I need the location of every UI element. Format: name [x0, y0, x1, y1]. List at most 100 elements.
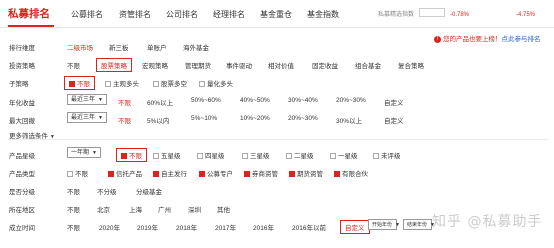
option-strategy-any[interactable]: 不限	[67, 60, 80, 70]
option-label: 二星级	[294, 153, 314, 160]
option-year-any[interactable]: 不限	[67, 222, 80, 232]
option-region-any[interactable]: 不限	[67, 204, 80, 214]
option-secondary-market[interactable]: 二级市场	[67, 42, 93, 52]
option-drawdown-20-30[interactable]: 20%~30%	[288, 115, 318, 122]
option-2018[interactable]: 2018年	[176, 222, 197, 232]
option-one-star[interactable]: 一星级	[330, 150, 358, 160]
option-2016[interactable]: 2016年	[253, 222, 274, 232]
option-structured[interactable]: 分级基金	[136, 186, 162, 196]
option-before-2016[interactable]: 2016年以前	[292, 222, 326, 232]
checkbox	[108, 171, 114, 177]
option-drawdown-under-5[interactable]: 5%以内	[147, 115, 169, 125]
option-drawdown-5-10[interactable]: 5%~10%	[191, 115, 217, 122]
option-long-discretionary[interactable]: 主观多头	[105, 78, 139, 88]
option-quant-long[interactable]: 量化多头	[199, 78, 233, 88]
brand-tab-private-ranking[interactable]: 私募排名	[8, 6, 50, 21]
option-shenzhen[interactable]: 深圳	[188, 204, 201, 214]
option-macro[interactable]: 宏观策略	[142, 60, 168, 70]
tab-public-fund-ranking[interactable]: 公募排名	[71, 9, 103, 20]
option-shanghai[interactable]: 上海	[129, 204, 142, 214]
option-2020[interactable]: 2020年	[99, 222, 120, 232]
tab-asset-mgmt-ranking[interactable]: 资管排名	[119, 9, 151, 20]
start-year-select[interactable]: 开始年份 ▼	[368, 219, 400, 230]
option-stock-strategy[interactable]: 股票策略	[96, 58, 132, 72]
option-drawdown-30-plus[interactable]: 30%以上	[336, 115, 362, 125]
option-return-60-plus[interactable]: 60%以上	[147, 97, 173, 107]
select-placeholder: 结束年份	[407, 222, 428, 228]
tab-fund-holdings[interactable]: 基金重仓	[260, 9, 292, 20]
option-five-star[interactable]: 五星级	[153, 150, 181, 160]
option-relative-value[interactable]: 相对价值	[268, 60, 294, 70]
option-grade-any[interactable]: 不限	[67, 186, 80, 196]
checkbox	[289, 171, 295, 177]
option-label: 量化多头	[207, 81, 233, 88]
caret-down-icon: ▼	[98, 115, 103, 121]
option-single-account[interactable]: 单账户	[147, 42, 167, 52]
option-managed-futures[interactable]: 管理期货	[185, 60, 211, 70]
option-label: 股票多空	[161, 81, 187, 88]
option-fof[interactable]: 组合基金	[355, 60, 381, 70]
option-2019[interactable]: 2019年	[137, 222, 158, 232]
option-unrated[interactable]: 未评级	[373, 150, 401, 160]
row-label-sort-dimension: 排行维度	[9, 45, 35, 52]
option-return-any[interactable]: 不限	[118, 97, 131, 107]
row-label-structured: 是否分级	[9, 189, 35, 196]
star-period-select[interactable]: 一年期 ▼	[67, 147, 101, 158]
option-fixed-income[interactable]: 固定收益	[312, 60, 338, 70]
period-select[interactable]: 最近三年 ▼	[67, 112, 107, 123]
option-label: 一星级	[338, 153, 358, 160]
option-type-any[interactable]: 不限	[67, 168, 88, 178]
option-label: 券商资管	[252, 171, 278, 178]
tab-manager-ranking[interactable]: 经理排名	[213, 9, 245, 20]
join-ranking-link[interactable]: 点此参与排名	[502, 36, 541, 43]
option-drawdown-custom[interactable]: 自定义	[384, 115, 404, 125]
option-label: 不限	[75, 171, 88, 178]
option-composite[interactable]: 复合策略	[398, 60, 424, 70]
option-return-custom[interactable]: 自定义	[384, 97, 404, 107]
row-label-established: 成立时间	[9, 225, 35, 232]
option-two-star[interactable]: 二星级	[286, 150, 314, 160]
option-label: 有限合伙	[342, 171, 368, 178]
option-futures-am[interactable]: 期货资管	[289, 168, 323, 178]
option-return-20-30[interactable]: 20%~30%	[336, 97, 366, 104]
row-label-star-rating: 产品星级	[9, 153, 35, 160]
select-value: 一年期	[71, 150, 90, 156]
caret-down-icon: ▼	[98, 97, 103, 103]
caret-down-icon: ▼	[395, 222, 400, 228]
option-three-star[interactable]: 三星级	[242, 150, 270, 160]
option-self-issued[interactable]: 自主发行	[153, 168, 187, 178]
checkbox	[121, 153, 127, 159]
tab-company-ranking[interactable]: 公司排名	[166, 9, 198, 20]
option-long-short[interactable]: 股票多空	[153, 78, 187, 88]
caret-down-icon: ▼	[92, 150, 97, 156]
option-trust[interactable]: 信托产品	[108, 168, 142, 178]
option-beijing[interactable]: 北京	[97, 204, 110, 214]
option-four-star[interactable]: 四星级	[197, 150, 225, 160]
option-drawdown-10-20[interactable]: 10%~20%	[240, 115, 270, 122]
option-star-any[interactable]: 不限	[116, 148, 147, 162]
option-broker-am[interactable]: 券商资管	[244, 168, 278, 178]
option-return-30-40[interactable]: 30%~40%	[288, 97, 318, 104]
option-guangzhou[interactable]: 广州	[158, 204, 171, 214]
option-year-custom[interactable]: 自定义	[340, 220, 370, 234]
option-neeq[interactable]: 新三板	[109, 42, 129, 52]
option-lp[interactable]: 有限合伙	[334, 168, 368, 178]
checkbox	[334, 171, 340, 177]
option-non-structured[interactable]: 不分级	[97, 186, 117, 196]
option-public-special[interactable]: 公募专户	[199, 168, 233, 178]
option-sub-any[interactable]: 不限	[64, 76, 95, 90]
option-drawdown-any[interactable]: 不限	[118, 115, 131, 125]
option-event-driven[interactable]: 事件驱动	[226, 60, 252, 70]
option-label: 自主发行	[161, 171, 187, 178]
end-year-select[interactable]: 结束年份 ▼	[403, 219, 435, 230]
checkbox	[69, 81, 75, 87]
tab-fund-index[interactable]: 基金指数	[307, 9, 339, 20]
ticker-box	[419, 8, 445, 17]
period-select[interactable]: 最近三年 ▼	[67, 94, 107, 105]
option-return-40-50[interactable]: 40%~50%	[240, 97, 270, 104]
option-return-50-60[interactable]: 50%~60%	[191, 97, 221, 104]
option-2017[interactable]: 2017年	[215, 222, 236, 232]
option-overseas-fund[interactable]: 海外基金	[183, 42, 209, 52]
checkbox	[286, 153, 292, 159]
option-other-region[interactable]: 其他	[217, 204, 230, 214]
